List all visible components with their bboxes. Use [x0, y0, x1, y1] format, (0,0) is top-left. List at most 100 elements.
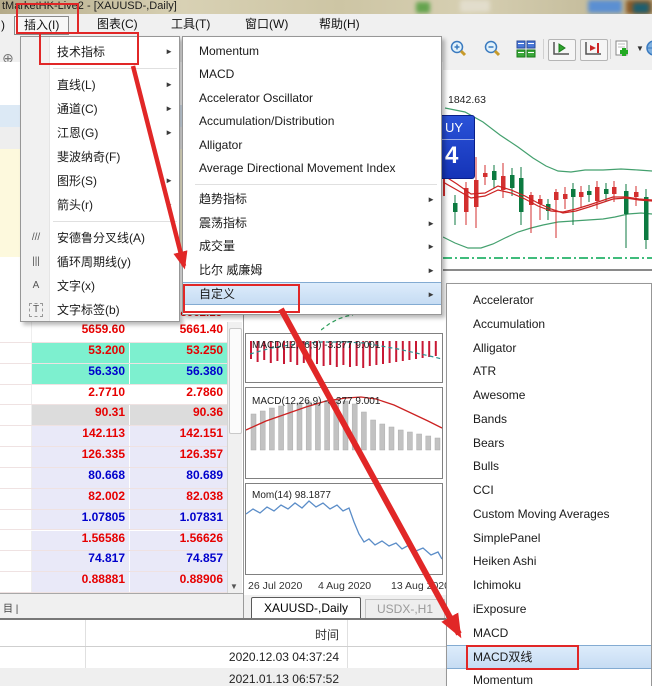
macd-pane-2[interactable]: MACD(12,26,9) -3.377 9.001	[245, 387, 443, 479]
market-watch-row[interactable]: 56.33056.380	[0, 364, 227, 385]
market-watch-row[interactable]: 1.078051.07831	[0, 510, 227, 531]
bid-cell[interactable]: 74.817	[32, 551, 130, 571]
ask-cell[interactable]: 82.038	[130, 489, 227, 509]
market-watch-row[interactable]: 142.113142.151	[0, 426, 227, 447]
one-click-buy-button[interactable]: UY 4	[440, 115, 475, 179]
globe-icon[interactable]	[645, 39, 652, 59]
ask-cell[interactable]: 126.357	[130, 447, 227, 467]
insert-menu-item-channels[interactable]: 通道(C)►	[21, 97, 179, 121]
bid-cell[interactable]: 82.002	[32, 489, 130, 509]
tile-windows-icon[interactable]	[514, 39, 538, 59]
bid-cell[interactable]: 56.330	[32, 364, 130, 384]
menubar-item-window[interactable]: 窗口(W)	[236, 16, 297, 33]
ask-cell[interactable]: 0.88906	[130, 572, 227, 592]
custom-menu-item-bulls[interactable]: Bulls	[447, 455, 651, 479]
insert-menu-item-fibonacci[interactable]: 斐波纳奇(F)	[21, 145, 179, 169]
custom-menu-item-macd-double-line[interactable]: MACD双线	[447, 645, 651, 669]
ask-cell[interactable]: 1.07831	[130, 510, 227, 530]
tab-usdx-h1[interactable]: USDX-,H1	[365, 599, 445, 620]
market-watch-row[interactable]: 90.3190.36	[0, 405, 227, 426]
menubar-item-tools[interactable]: 工具(T)	[162, 16, 219, 33]
custom-menu-item-accelerator[interactable]: Accelerator	[447, 289, 651, 313]
indicators-menu-item-momentum[interactable]: Momentum	[183, 40, 441, 63]
chart-autoscroll-icon[interactable]	[580, 39, 608, 61]
market-watch-row[interactable]: 0.888810.88906	[0, 572, 227, 593]
bid-cell[interactable]: 126.335	[32, 447, 130, 467]
ask-cell[interactable]: 2.7860	[130, 385, 227, 405]
insert-menu-item-arrows[interactable]: 箭头(r)►	[21, 193, 179, 217]
indicators-menu-item-accelerator-oscillator[interactable]: Accelerator Oscillator	[183, 87, 441, 110]
indicators-menu-item-adx[interactable]: Average Directional Movement Index	[183, 157, 441, 180]
custom-menu-item-cci[interactable]: CCI	[447, 479, 651, 503]
ask-cell[interactable]: 142.151	[130, 426, 227, 446]
custom-menu-item-awesome[interactable]: Awesome	[447, 384, 651, 408]
menubar-item-help[interactable]: 帮助(H)	[310, 16, 369, 33]
indicators-menu-item-alligator[interactable]: Alligator	[183, 134, 441, 157]
bid-cell[interactable]: 142.113	[32, 426, 130, 446]
indicators-menu-item-accumulation-distribution[interactable]: Accumulation/Distribution	[183, 110, 441, 133]
bid-cell[interactable]: 1.56586	[32, 531, 130, 551]
menubar-item-insert[interactable]: 插入(I)	[14, 16, 69, 35]
custom-menu-item-iexposure[interactable]: iExposure	[447, 598, 651, 622]
market-watch-row[interactable]: 5659.605661.40	[0, 322, 227, 343]
add-indicator-icon[interactable]	[613, 39, 637, 59]
indicators-menu-item-custom[interactable]: 自定义►	[183, 282, 441, 305]
custom-menu-item-accumulation[interactable]: Accumulation	[447, 313, 651, 337]
custom-menu-item-ichimoku[interactable]: Ichimoku	[447, 574, 651, 598]
ask-cell[interactable]: 56.380	[130, 364, 227, 384]
bid-cell[interactable]: 80.668	[32, 468, 130, 488]
scrollbar-down-arrow[interactable]: ▼	[230, 582, 238, 591]
indicators-menu-item-oscillators[interactable]: 震荡指标►	[183, 212, 441, 235]
ask-cell[interactable]: 5661.40	[130, 322, 227, 342]
ask-cell[interactable]: 80.689	[130, 468, 227, 488]
ask-cell[interactable]: 53.250	[130, 343, 227, 363]
tab-xauusd-daily[interactable]: XAUUSD-,Daily	[251, 597, 361, 620]
bid-cell[interactable]: 5659.60	[32, 322, 130, 342]
market-watch-row[interactable]: 80.66880.689	[0, 468, 227, 489]
market-watch-tabs-strip[interactable]: 目 |	[0, 593, 243, 621]
insert-menu-item-gann[interactable]: 江恩(G)►	[21, 121, 179, 145]
indicators-menu-item-trend[interactable]: 趋势指标►	[183, 188, 441, 211]
custom-menu-item-alligator[interactable]: Alligator	[447, 337, 651, 361]
custom-menu-item-custom-moving-averages[interactable]: Custom Moving Averages	[447, 503, 651, 527]
insert-menu-item-cycle-lines[interactable]: |||循环周期线(y)	[21, 250, 179, 274]
indicators-menu-item-macd[interactable]: MACD	[183, 63, 441, 86]
bid-cell[interactable]: 53.200	[32, 343, 130, 363]
bid-cell[interactable]: 2.7710	[32, 385, 130, 405]
macd-pane-1[interactable]: MACD(12,26,9) -3.377 9.001	[245, 333, 443, 383]
ask-cell[interactable]: 1.56626	[130, 531, 227, 551]
insert-menu-item-andrews-pitchfork[interactable]: ///安德鲁分叉线(A)	[21, 226, 179, 250]
indicators-menu-item-volumes[interactable]: 成交量►	[183, 235, 441, 258]
main-chart-window[interactable]: 1842.63 UY 4	[443, 62, 652, 283]
market-watch-row[interactable]: 1.565861.56626	[0, 531, 227, 552]
indicators-menu-item-bill-williams[interactable]: 比尔 威廉姆►	[183, 259, 441, 282]
ask-cell[interactable]: 74.857	[130, 551, 227, 571]
insert-menu-item-lines[interactable]: 直线(L)►	[21, 73, 179, 97]
insert-menu-item-text[interactable]: A文字(x)	[21, 274, 179, 298]
insert-menu-item-text-label[interactable]: T文字标签(b)	[21, 298, 179, 322]
bid-cell[interactable]: 1.07805	[32, 510, 130, 530]
market-watch-row[interactable]: 53.20053.250	[0, 343, 227, 364]
custom-menu-item-momentum[interactable]: Momentum	[447, 669, 651, 686]
custom-menu-item-heiken-ashi[interactable]: Heiken Ashi	[447, 550, 651, 574]
insert-menu-item-technical-indicators[interactable]: 技术指标►	[21, 40, 179, 64]
custom-menu-item-macd[interactable]: MACD	[447, 622, 651, 646]
chart-shift-icon[interactable]	[548, 39, 576, 61]
momentum-pane[interactable]: Mom(14) 98.1877	[245, 483, 443, 575]
dropdown-caret-icon[interactable]: ▼	[636, 44, 644, 64]
custom-menu-item-bears[interactable]: Bears	[447, 432, 651, 456]
market-watch-row[interactable]: 126.335126.357	[0, 447, 227, 468]
custom-menu-item-bands[interactable]: Bands	[447, 408, 651, 432]
bid-cell[interactable]: 0.88881	[32, 572, 130, 592]
custom-menu-item-simplepanel[interactable]: SimplePanel	[447, 527, 651, 551]
insert-menu-item-shapes[interactable]: 图形(S)►	[21, 169, 179, 193]
scrollbar-thumb[interactable]	[229, 328, 242, 434]
market-watch-scrollbar[interactable]: ▼	[227, 322, 242, 593]
market-watch-row[interactable]: 2.77102.7860	[0, 385, 227, 406]
menubar-item-charts[interactable]: 图表(C)	[88, 16, 147, 33]
zoom-in-icon[interactable]	[448, 39, 472, 59]
custom-menu-item-atr[interactable]: ATR	[447, 360, 651, 384]
ask-cell[interactable]: 90.36	[130, 405, 227, 425]
market-watch-row[interactable]: 74.81774.857	[0, 551, 227, 572]
bid-cell[interactable]: 90.31	[32, 405, 130, 425]
